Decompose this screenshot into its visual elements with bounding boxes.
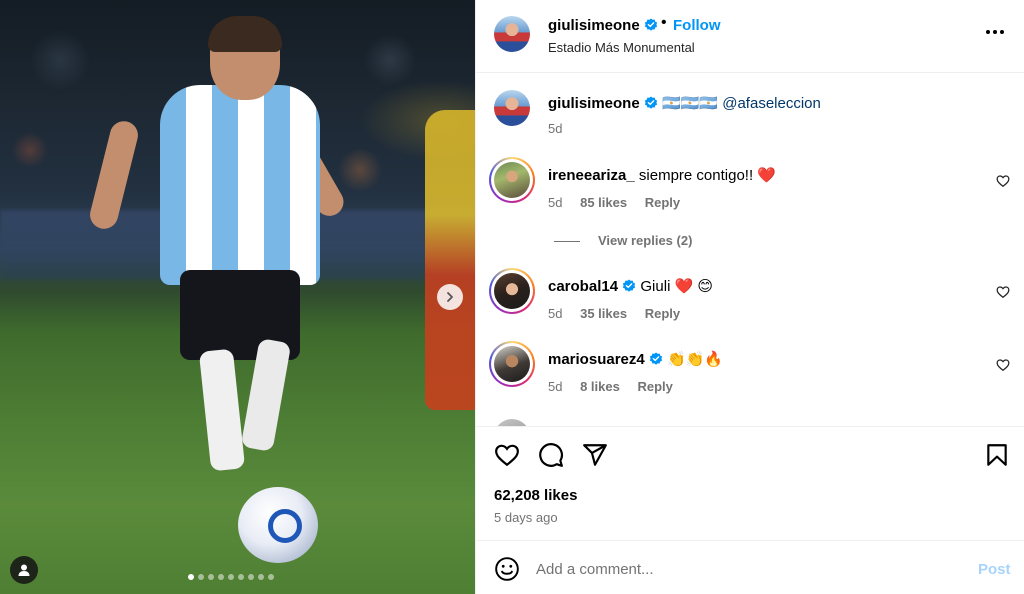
verified-badge-icon [623,279,636,292]
carousel-next-button[interactable] [437,284,463,310]
comment-body: 👏👏🔥 [667,351,724,368]
tagged-users-button[interactable] [10,556,38,584]
carousel-dot [228,574,234,580]
heart-icon[interactable] [996,358,1010,372]
comment-reply-button[interactable]: Reply [645,306,680,321]
comment-age: 5d [548,195,563,210]
user-tag-icon [18,564,30,576]
comment-input[interactable] [536,555,956,583]
bookmark-icon[interactable] [984,442,1010,468]
post-comment-button[interactable]: Post [978,561,1011,578]
comment-username[interactable]: mariosuarez4 [548,351,645,368]
carousel-dot [238,574,244,580]
comment-age: 5d [548,379,563,394]
commenter-avatar[interactable] [494,162,530,198]
follow-button[interactable]: Follow [673,17,721,34]
comment-text: ireneeariza_ siempre contigo!! ❤️ [548,166,776,184]
view-replies-label[interactable]: View replies (2) [598,233,692,248]
comment-icon[interactable] [538,442,564,468]
comment-text: mariosuarez4 👏👏🔥 [548,350,723,368]
carousel-dot [218,574,224,580]
caption-author-avatar[interactable] [494,90,530,126]
post-timestamp[interactable]: 5 days ago [494,510,558,525]
post-header: giulisimeone • Follow Estadio Más Monume… [476,0,1024,73]
view-replies-button[interactable]: View replies (2) [554,233,692,248]
caption-flags: 🇦🇷🇦🇷🇦🇷 [662,95,719,112]
carousel-dot [198,574,204,580]
carousel-dot [248,574,254,580]
likes-count[interactable]: 62,208 likes [494,487,577,504]
comment-likes[interactable]: 85 likes [580,195,627,210]
photo-ball [238,487,318,563]
comment-body: siempre contigo!! ❤️ [638,167,776,184]
post-actions: 62,208 likes 5 days ago [476,426,1024,540]
comment-likes[interactable]: 8 likes [580,379,620,394]
more-horizontal-icon [986,30,1004,34]
comment-text: carobal14 Giuli ❤️ 😊 [548,277,713,295]
caption-meta: 5d [548,121,576,136]
chevron-right-icon [447,292,453,302]
carousel-indicator [188,574,274,580]
comment-meta: 5d 35 likes Reply [548,306,694,321]
heart-icon[interactable] [996,285,1010,299]
verified-badge-icon [649,352,663,365]
caption-text: giulisimeone 🇦🇷🇦🇷🇦🇷 @afaseleccion [548,94,821,112]
post-details-panel: giulisimeone • Follow Estadio Más Monume… [475,0,1024,594]
comment-username[interactable]: ireneeariza_ [548,167,635,184]
commenter-avatar[interactable] [494,419,530,426]
author-username-row[interactable]: giulisimeone [548,17,658,34]
comments-list[interactable]: giulisimeone 🇦🇷🇦🇷🇦🇷 @afaseleccion 5d ire… [476,73,1024,426]
emoji-icon[interactable] [494,556,520,582]
comment-likes[interactable]: 35 likes [580,306,627,321]
verified-badge-icon [644,18,657,31]
commenter-avatar[interactable] [494,346,530,382]
comment-age: 5d [548,306,563,321]
comment-reply-button[interactable]: Reply [637,379,672,394]
carousel-dot [268,574,274,580]
header-separator: • [661,14,667,31]
carousel-dot [188,574,194,580]
comment-meta: 5d 8 likes Reply [548,379,687,394]
carousel-dot [208,574,214,580]
more-options-button[interactable] [983,20,1007,44]
photo-player [87,16,349,500]
caption-age: 5d [548,121,563,136]
comment-composer: Post [476,540,1024,594]
comment-body: Giuli ❤️ 😊 [640,278,714,295]
author-username[interactable]: giulisimeone [548,17,640,34]
photo-opponent-player [425,110,475,410]
post-location[interactable]: Estadio Más Monumental [548,40,695,55]
post-media[interactable] [0,0,475,594]
comment-username[interactable]: carobal14 [548,278,618,295]
carousel-dot [258,574,264,580]
heart-icon[interactable] [996,174,1010,188]
share-icon[interactable] [582,442,608,468]
caption-mention[interactable]: @afaseleccion [722,95,821,112]
commenter-avatar[interactable] [494,273,530,309]
heart-icon[interactable] [494,442,520,468]
verified-badge-icon [644,96,657,109]
author-avatar[interactable] [494,16,530,52]
caption-username[interactable]: giulisimeone [548,95,640,112]
comment-meta: 5d 85 likes Reply [548,195,694,210]
comment-reply-button[interactable]: Reply [645,195,680,210]
